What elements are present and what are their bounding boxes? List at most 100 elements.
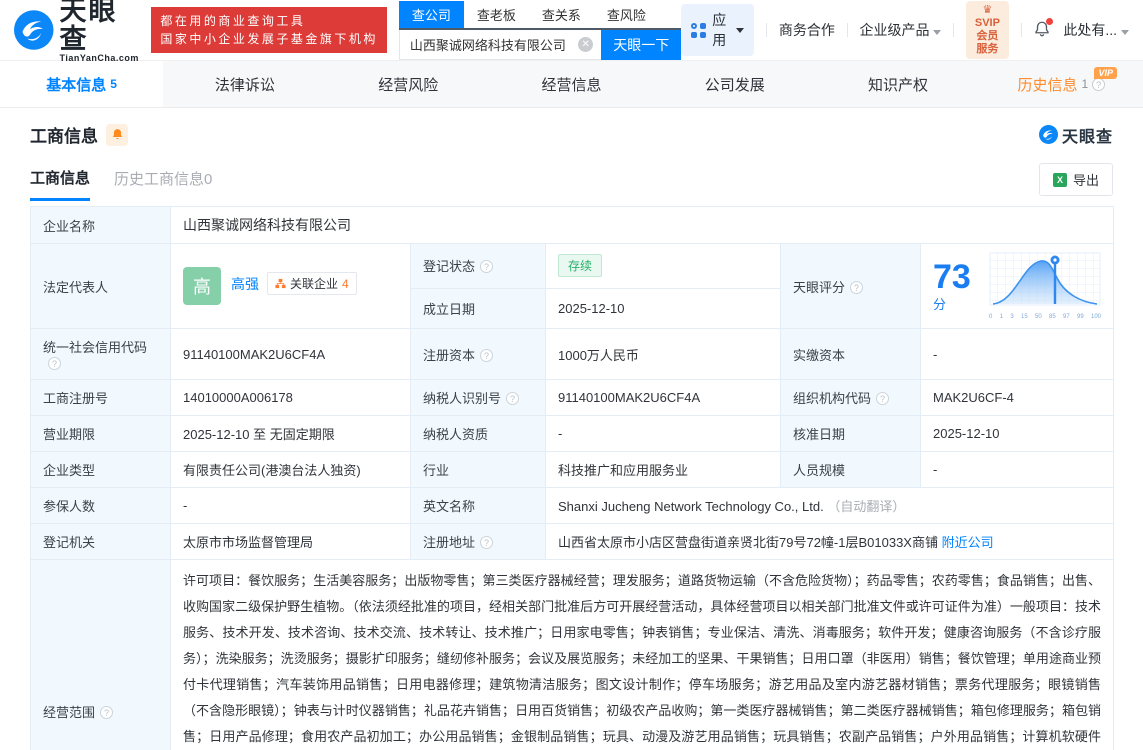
help-icon[interactable]: ? xyxy=(48,357,61,370)
help-icon[interactable]: ? xyxy=(850,281,863,294)
search-tab-risk[interactable]: 查风险 xyxy=(594,1,659,28)
tab-legal-proceedings[interactable]: 法律诉讼 xyxy=(163,61,326,107)
brand-slogan: 都在用的商业查询工具 国家中小企业发展子基金旗下机构 xyxy=(151,7,387,53)
table-row: 登记机关 太原市市场监督管理局 注册地址? 山西省太原市小店区营盘街道亲贤北街7… xyxy=(31,524,1114,560)
reg-status-value: 存续 xyxy=(546,244,781,289)
staff-size-value: - xyxy=(921,452,1114,488)
table-row: 工商注册号 14010000A006178 纳税人识别号? 91140100MA… xyxy=(31,380,1114,416)
divider xyxy=(847,23,848,37)
nearby-companies-link[interactable]: 附近公司 xyxy=(942,535,994,550)
crown-icon: ♛ xyxy=(982,4,992,16)
help-icon[interactable]: ? xyxy=(480,536,493,549)
help-icon[interactable]: ? xyxy=(480,260,493,273)
business-term-value: 2025-12-10 至 无固定期限 xyxy=(171,416,411,452)
reg-authority-label: 登记机关 xyxy=(31,524,171,560)
reg-status-label: 登记状态? xyxy=(411,244,546,289)
english-name-value: Shanxi Jucheng Network Technology Co., L… xyxy=(546,488,1114,524)
help-icon[interactable]: ? xyxy=(506,392,519,405)
insured-count-label: 参保人数 xyxy=(31,488,171,524)
help-icon[interactable]: ? xyxy=(1092,78,1105,91)
org-chart-icon xyxy=(275,278,286,289)
tab-business-info[interactable]: 经营信息 xyxy=(490,61,653,107)
table-row: 企业类型 有限责任公司(港澳台法人独资) 行业 科技推广和应用服务业 人员规模 … xyxy=(31,452,1114,488)
establish-date-label: 成立日期 xyxy=(411,288,546,328)
search-input[interactable] xyxy=(400,37,601,52)
reg-capital-label: 注册资本? xyxy=(411,329,546,380)
vip-badge: VIP xyxy=(1094,67,1117,79)
business-scope-value: 许可项目：餐饮服务；生活美容服务；出版物零售；第三类医疗器械经营；理发服务；道路… xyxy=(171,560,1114,750)
legal-rep-name-link[interactable]: 高强 xyxy=(231,276,259,292)
chevron-down-icon xyxy=(1121,30,1129,35)
watermark-logo: 天眼查 xyxy=(1039,123,1113,147)
tab-company-development[interactable]: 公司发展 xyxy=(653,61,816,107)
company-name-value: 山西聚诚网络科技有限公司 xyxy=(171,207,1114,244)
apps-grid-icon xyxy=(691,23,706,38)
divider xyxy=(1021,23,1022,37)
industry-label: 行业 xyxy=(411,452,546,488)
notifications-button[interactable] xyxy=(1033,20,1051,41)
reg-address-label: 注册地址? xyxy=(411,524,546,560)
legal-rep-avatar[interactable]: 高 xyxy=(183,267,221,305)
score-label: 天眼评分? xyxy=(781,244,921,329)
help-icon[interactable]: ? xyxy=(876,392,889,405)
staff-size-label: 人员规模 xyxy=(781,452,921,488)
org-code-value: MAK2U6CF-4 xyxy=(921,380,1114,416)
excel-icon: X xyxy=(1053,173,1067,187)
reg-number-label: 工商注册号 xyxy=(31,380,171,416)
business-scope-label: 经营范围? xyxy=(31,560,171,750)
help-icon[interactable]: ? xyxy=(100,706,113,719)
english-name-label: 英文名称 xyxy=(411,488,546,524)
tab-intellectual-property[interactable]: 知识产权 xyxy=(816,61,979,107)
user-menu[interactable]: 此处有... xyxy=(1063,20,1129,40)
score-cell[interactable]: 73分 xyxy=(921,244,1114,329)
company-type-value: 有限责任公司(港澳台法人独资) xyxy=(171,452,411,488)
notification-dot xyxy=(1046,18,1053,25)
company-name-label: 企业名称 xyxy=(31,207,171,244)
related-companies-badge[interactable]: 关联企业 4 xyxy=(267,272,357,295)
approval-date-value: 2025-12-10 xyxy=(921,416,1114,452)
apps-menu[interactable]: 应用 xyxy=(681,4,754,56)
clear-search-icon[interactable]: ✕ xyxy=(578,37,593,52)
table-row: 营业期限 2025-12-10 至 无固定期限 纳税人资质 - 核准日期 202… xyxy=(31,416,1114,452)
table-row: 统一社会信用代码? 91140100MAK2U6CF4A 注册资本? 1000万… xyxy=(31,329,1114,380)
search-tab-boss[interactable]: 查老板 xyxy=(464,1,529,28)
help-icon[interactable]: ? xyxy=(480,349,493,362)
reg-capital-value: 1000万人民币 xyxy=(546,329,781,380)
paid-capital-label: 实缴资本 xyxy=(781,329,921,380)
paid-capital-value: - xyxy=(921,329,1114,380)
tianyancha-watermark-icon xyxy=(1039,125,1058,144)
search-tab-company[interactable]: 查公司 xyxy=(399,1,464,28)
menu-business-cooperation[interactable]: 商务合作 xyxy=(779,20,835,40)
insured-count-value: - xyxy=(171,488,411,524)
search-tabs: 查公司 查老板 查关系 查风险 xyxy=(399,1,681,30)
tab-basic-info[interactable]: 基本信息5 xyxy=(0,61,163,107)
score-value: 73 xyxy=(933,258,971,296)
search-box: 查公司 查老板 查关系 查风险 ✕ 天眼一下 xyxy=(399,1,681,60)
table-row: 经营范围? 许可项目：餐饮服务；生活美容服务；出版物零售；第三类医疗器械经营；理… xyxy=(31,560,1114,750)
reg-number-value: 14010000A006178 xyxy=(171,380,411,416)
search-tab-relation[interactable]: 查关系 xyxy=(529,1,594,28)
tianyancha-logo[interactable]: 天眼查 TianYanCha.com xyxy=(14,0,141,63)
subtab-business-registration[interactable]: 工商信息 xyxy=(30,167,90,201)
search-button[interactable]: 天眼一下 xyxy=(601,30,681,60)
chevron-down-icon xyxy=(736,28,744,33)
monitor-bell-button[interactable] xyxy=(106,124,128,146)
company-type-label: 企业类型 xyxy=(31,452,171,488)
tab-history-info[interactable]: VIP 历史信息1 ? xyxy=(980,61,1143,107)
reg-authority-value: 太原市市场监督管理局 xyxy=(171,524,411,560)
divider xyxy=(766,23,767,37)
export-button[interactable]: X 导出 xyxy=(1039,163,1113,196)
credit-code-value: 91140100MAK2U6CF4A xyxy=(171,329,411,380)
subtab-history-registration[interactable]: 历史工商信息0 xyxy=(114,168,212,199)
legal-rep-label: 法定代表人 xyxy=(31,244,171,329)
svip-membership-button[interactable]: ♛ SVIP 会员服务 xyxy=(966,1,1009,59)
section-title: 工商信息 xyxy=(30,122,98,147)
score-distribution-chart: 01 315 5085 9799 100 xyxy=(989,252,1101,320)
credit-code-label: 统一社会信用代码? xyxy=(31,329,171,380)
taxpayer-id-value: 91140100MAK2U6CF4A xyxy=(546,380,781,416)
menu-enterprise-products[interactable]: 企业级产品 xyxy=(859,20,941,40)
page-header: 天眼查 TianYanCha.com 都在用的商业查询工具 国家中小企业发展子基… xyxy=(0,0,1143,60)
tab-operation-risk[interactable]: 经营风险 xyxy=(327,61,490,107)
score-axis: 01 315 5085 9799 100 xyxy=(989,314,1101,320)
company-nav-tabs: 基本信息5 法律诉讼 经营风险 经营信息 公司发展 知识产权 VIP 历史信息1… xyxy=(0,60,1143,108)
